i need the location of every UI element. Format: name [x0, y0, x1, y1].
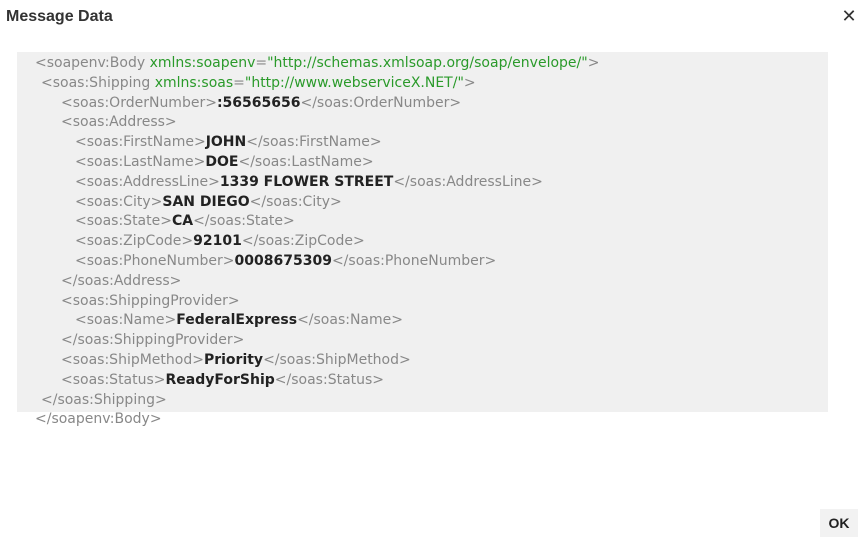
- xml-value: ReadyForShip: [165, 371, 275, 388]
- ok-button[interactable]: OK: [820, 509, 858, 537]
- xml-line: <soas:Address>: [17, 113, 828, 133]
- xml-tag: <soas:AddressLine>: [75, 173, 220, 190]
- xml-tag: </soas:ShipMethod>: [263, 351, 411, 368]
- xml-value: 0008675309: [234, 252, 332, 269]
- xml-tag: </soas:OrderNumber>: [300, 94, 462, 111]
- xml-content-panel: <soapenv:Body xmlns:soapenv="http://sche…: [17, 52, 828, 427]
- xml-value: DOE: [205, 153, 239, 170]
- xml-line: <soas:ShippingProvider>: [17, 292, 828, 312]
- xml-tag: <soas:City>: [75, 193, 163, 210]
- dialog-title-bar: Message Data ✕: [0, 0, 858, 38]
- xml-tag: >: [463, 74, 476, 91]
- xml-value: :56565656: [216, 94, 301, 111]
- xml-tag: </soas:PhoneNumber>: [331, 252, 497, 269]
- xml-tag: <soas:ShippingProvider>: [61, 292, 240, 309]
- xml-line: <soapenv:Body xmlns:soapenv="http://sche…: [17, 54, 828, 74]
- dialog-title: Message Data: [6, 8, 113, 25]
- xml-line: <soas:Shipping xmlns:soas="http://www.we…: [17, 74, 828, 94]
- xml-tag: </soas:AddressLine>: [393, 173, 543, 190]
- xml-line: <soas:AddressLine>1339 FLOWER STREET</so…: [17, 173, 828, 193]
- xml-line: </soas:ShippingProvider>: [17, 331, 828, 351]
- xml-line: </soas:Shipping>: [17, 391, 828, 411]
- xml-tag: <soapenv:Body: [35, 55, 150, 71]
- xml-value: JOHN: [205, 134, 247, 151]
- xml-tag: <soas:OrderNumber>: [61, 94, 217, 111]
- xml-tag: </soas:City>: [249, 193, 342, 210]
- xml-value: FederalExpress: [176, 312, 298, 329]
- xml-value: 92101: [193, 233, 242, 250]
- xml-tag: </soas:FirstName>: [246, 134, 382, 151]
- message-data-dialog: Message Data ✕ <soapenv:Body xmlns:soape…: [0, 0, 858, 550]
- xml-line: </soas:Address>: [17, 272, 828, 292]
- xml-value: 1339 FLOWER STREET: [219, 173, 394, 190]
- xml-value: CA: [171, 213, 194, 230]
- xml-tag: <soas:Status>: [61, 371, 166, 388]
- xml-attribute: xmlns:soapenv: [149, 55, 256, 71]
- close-icon: ✕: [841, 6, 857, 27]
- xml-value: SAN DIEGO: [162, 193, 250, 210]
- xml-tag: =: [255, 55, 268, 71]
- xml-line: <soas:ZipCode>92101</soas:ZipCode>: [17, 232, 828, 252]
- xml-tag: </soas:Shipping>: [41, 391, 167, 408]
- xml-line: </soapenv:Body>: [17, 410, 828, 430]
- xml-tag: >: [587, 55, 600, 71]
- xml-tag: <soas:ZipCode>: [75, 233, 194, 250]
- xml-tag: <soas:Name>: [75, 312, 177, 329]
- xml-line: <soas:Status>ReadyForShip</soas:Status>: [17, 371, 828, 391]
- xml-tag: <soas:Shipping: [41, 74, 155, 91]
- xml-line: <soas:PhoneNumber>0008675309</soas:Phone…: [17, 252, 828, 272]
- xml-line: <soas:OrderNumber>:56565656</soas:OrderN…: [17, 94, 828, 114]
- xml-line: <soas:City>SAN DIEGO</soas:City>: [17, 193, 828, 213]
- xml-line: <soas:State>CA</soas:State>: [17, 212, 828, 232]
- xml-tag: <soas:FirstName>: [75, 134, 206, 151]
- xml-line: <soas:FirstName>JOHN</soas:FirstName>: [17, 133, 828, 153]
- xml-line: <soas:LastName>DOE</soas:LastName>: [17, 153, 828, 173]
- xml-tag: =: [233, 74, 245, 91]
- xml-tag: <soas:ShipMethod>: [61, 351, 204, 368]
- xml-line: <soas:Name>FederalExpress</soas:Name>: [17, 311, 828, 331]
- xml-tag: </soas:Name>: [297, 312, 403, 329]
- xml-tag: <soas:LastName>: [75, 153, 206, 170]
- xml-tag: </soas:LastName>: [238, 153, 374, 170]
- xml-attribute: xmlns:soas: [154, 74, 234, 91]
- xml-tag: <soas:Address>: [61, 114, 177, 131]
- xml-tag: <soas:State>: [75, 213, 172, 230]
- xml-tag: </soas:Status>: [274, 371, 385, 388]
- xml-tag: <soas:PhoneNumber>: [75, 252, 235, 269]
- xml-value: Priority: [203, 351, 264, 368]
- xml-line: <soas:ShipMethod>Priority</soas:ShipMeth…: [17, 351, 828, 371]
- xml-attribute: "http://www.webserviceX.NET/": [244, 74, 464, 91]
- xml-tag: </soas:Address>: [61, 272, 182, 289]
- xml-tag: </soas:State>: [193, 213, 295, 230]
- xml-attribute: "http://schemas.xmlsoap.org/soap/envelop…: [267, 55, 588, 71]
- xml-tag: </soapenv:Body>: [35, 411, 162, 428]
- close-button[interactable]: ✕: [840, 6, 858, 28]
- xml-tag: </soas:ShippingProvider>: [61, 332, 245, 349]
- xml-tag: </soas:ZipCode>: [241, 233, 365, 250]
